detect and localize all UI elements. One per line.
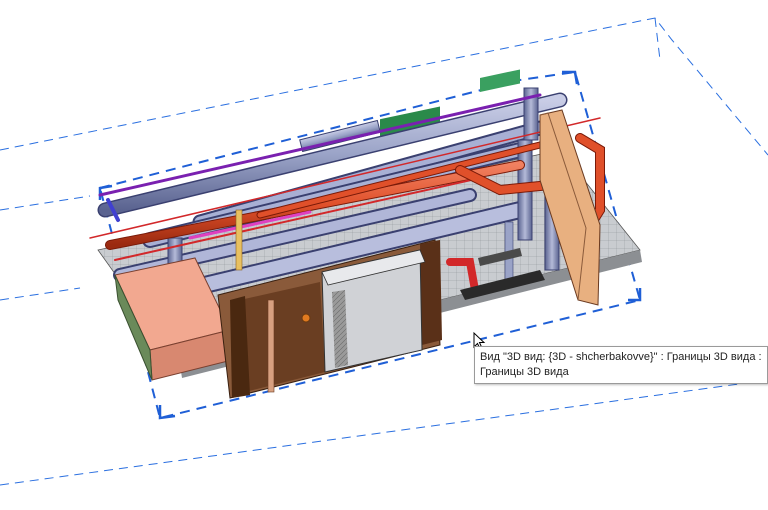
tooltip-line-1: Вид "3D вид: {3D - shcherbakovve}" : Гра… <box>480 351 762 363</box>
element-tooltip: Вид "3D вид: {3D - shcherbakovve}" : Гра… <box>474 346 768 384</box>
3d-viewport-canvas[interactable] <box>0 0 768 510</box>
equipment-shaft-box <box>321 249 426 373</box>
tooltip-line-2: Границы 3D вида <box>480 366 569 378</box>
